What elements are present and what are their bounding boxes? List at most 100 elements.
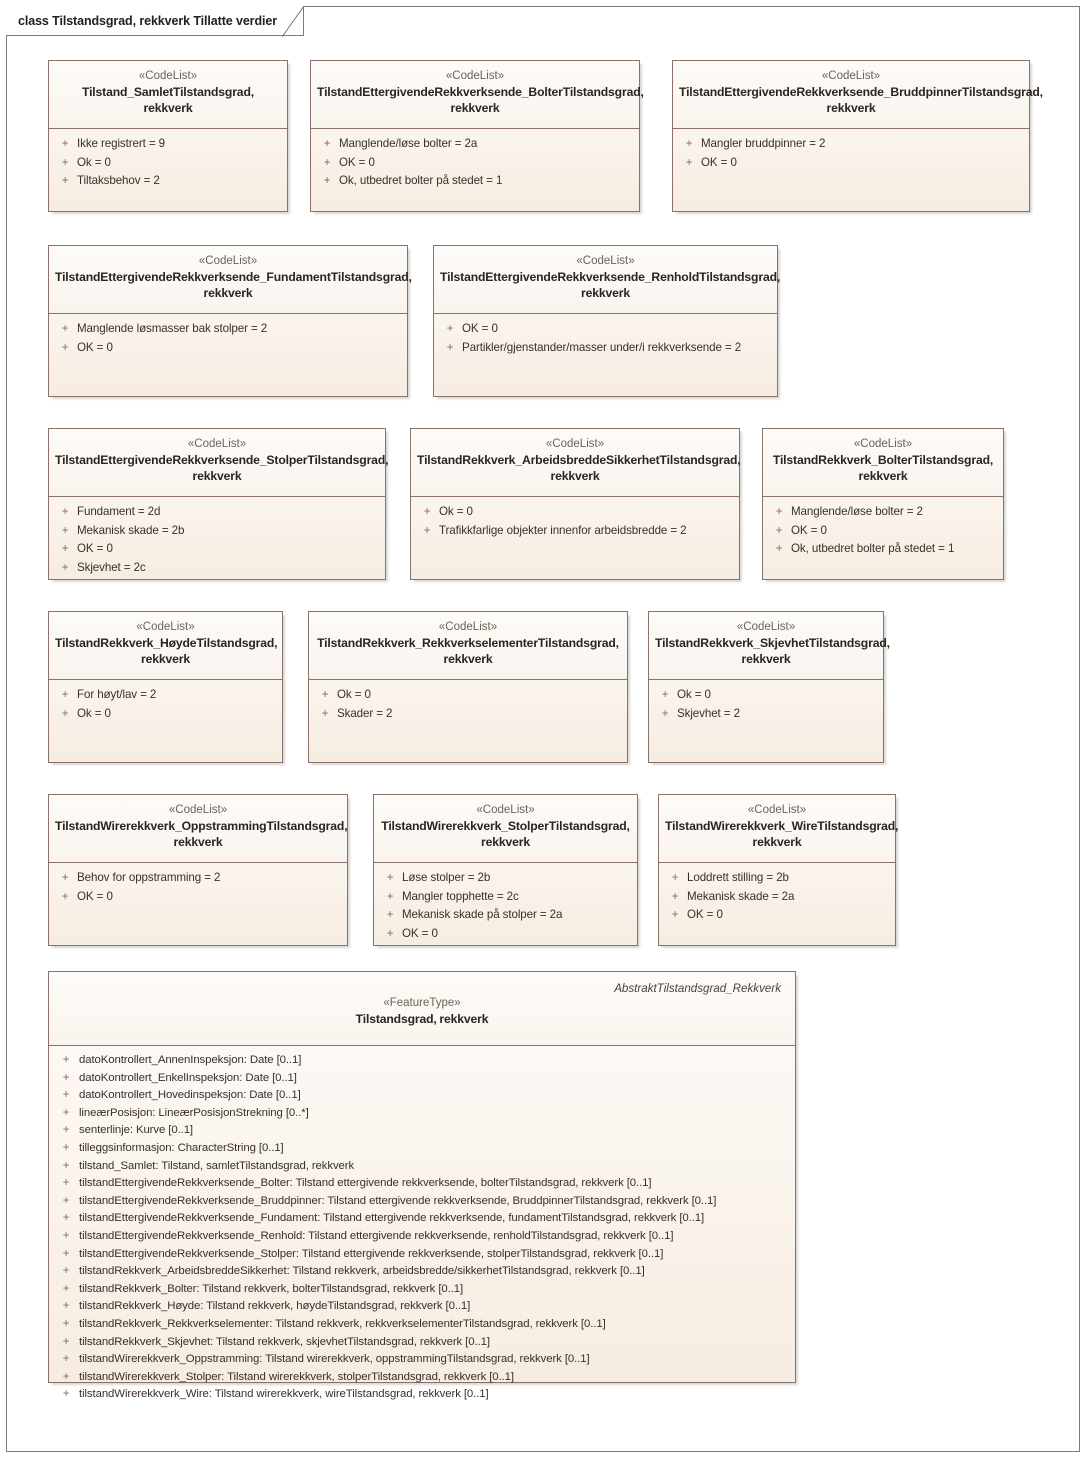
featuretype-attribute-row[interactable]: + tilleggsinformasjon: CharacterString [0… [53,1140,791,1158]
visibility-marker: + [671,872,679,884]
class-attribute-row[interactable]: + OK = 0 [378,925,633,944]
attribute-label: Ok = 0 [337,688,371,701]
class-header: «CodeList» TilstandRekkverk_Rekkverkselem… [309,612,627,680]
attribute-label: senterlinje: Kurve [0..1] [79,1124,193,1137]
class-attribute-row[interactable]: + Manglende/løse bolter = 2 [767,503,999,522]
class-attribute-row[interactable]: + Ok = 0 [53,154,283,173]
class-name-line2: rekkverk [173,835,223,849]
class-attribute-row[interactable]: + Mekanisk skade = 2a [663,888,891,907]
class-attribute-row[interactable]: + Ok = 0 [415,503,735,522]
featuretype-attribute-row[interactable]: + tilstandWirerekkverk_Wire: Tilstand wir… [53,1386,791,1404]
class-attribute-row[interactable]: + Ok = 0 [313,686,623,705]
attribute-label: Tiltaksbehov = 2 [77,174,160,187]
class-attribute-row[interactable]: + Loddrett stilling = 2b [663,869,891,888]
featuretype-attribute-row[interactable]: + tilstandEttergivendeRekkverksende_Renho… [53,1228,791,1246]
class-attribute-row[interactable]: + Mangler bruddpinner = 2 [677,135,1025,154]
class-attribute-row[interactable]: + Ikke registrert = 9 [53,135,283,154]
visibility-marker: + [61,561,69,574]
class-attribute-row[interactable]: + Skjevhet = 2 [653,705,879,724]
class-attribute-row[interactable]: + Tiltaksbehov = 2 [53,172,283,191]
codelist-class-box[interactable]: «CodeList» TilstandRekkverk_HøydeTilstand… [48,611,283,763]
attribute-label: Mekanisk skade på stolper = 2a [402,908,563,921]
codelist-class-box[interactable]: «CodeList» TilstandRekkverk_BolterTilstan… [762,428,1004,580]
class-attribute-row[interactable]: + Ok, utbedret bolter på stedet = 1 [315,172,635,191]
featuretype-attribute-row[interactable]: + datoKontrollert_EnkelInspeksjon: Date [… [53,1070,791,1088]
codelist-class-box[interactable]: «CodeList» TilstandEttergivendeRekkverkse… [48,428,389,580]
class-attribute-row[interactable]: + For høyt/lav = 2 [53,686,278,705]
featuretype-attribute-row[interactable]: + tilstandRekkverk_Rekkverkselementer: Ti… [53,1316,791,1334]
featuretype-attribute-row[interactable]: + tilstandEttergivendeRekkverksende_Bolte… [53,1175,791,1193]
featuretype-attribute-row[interactable]: + tilstandRekkverk_Bolter: Tilstand rekkv… [53,1281,791,1299]
codelist-class-box[interactable]: «CodeList» TilstandEttergivendeRekkverkse… [310,60,644,212]
attribute-label: Fundament = 2d [77,505,161,518]
codelist-class-box[interactable]: «CodeList» TilstandRekkverk_Arbeidsbredde… [410,428,741,580]
class-attribute-row[interactable]: + OK = 0 [663,906,891,925]
class-attribute-row[interactable]: + OK = 0 [53,888,343,907]
class-attribute-row[interactable]: + Løse stolper = 2b [378,869,633,888]
codelist-class-box[interactable]: «CodeList» TilstandEttergivendeRekkverkse… [48,245,412,397]
class-attribute-row[interactable]: + OK = 0 [53,339,403,358]
class-attribute-row[interactable]: + OK = 0 [53,540,381,559]
featuretype-attribute-row[interactable]: + datoKontrollert_AnnenInspeksjon: Date [… [53,1052,791,1070]
class-name-line2: rekkverk [550,469,600,483]
class-attribute-list: + Mangler bruddpinner = 2 + OK = 0 [673,129,1029,178]
visibility-marker: + [62,1106,70,1119]
class-attribute-row[interactable]: + Ok = 0 [653,686,879,705]
attribute-label: Behov for oppstramming = 2 [77,871,221,884]
class-attribute-row[interactable]: + OK = 0 [767,522,999,541]
class-stereotype: «CodeList» [438,621,498,633]
featuretype-attribute-row[interactable]: + tilstand_Samlet: Tilstand, samletTilsta… [53,1158,791,1176]
featuretype-attribute-row[interactable]: + datoKontrollert_Hovedinspeksjon: Date [… [53,1087,791,1105]
class-attribute-row[interactable]: + Trafikkfarlige objekter innenfor arbeid… [415,522,735,541]
class-header: «CodeList» TilstandRekkverk_HøydeTilstand… [49,612,282,680]
codelist-class-box[interactable]: «CodeList» Tilstand_SamletTilstandsgrad, r… [48,60,288,212]
class-attribute-row[interactable]: + Fundament = 2d [53,503,381,522]
class-attribute-row[interactable]: + Behov for oppstramming = 2 [53,869,343,888]
codelist-class-box[interactable]: «CodeList» TilstandWirerekkverk_StolperTi… [373,794,638,946]
featuretype-attribute-row[interactable]: + tilstandEttergivendeRekkverksende_Stolp… [53,1246,791,1264]
featuretype-attribute-row[interactable]: + tilstandRekkverk_Skjevhet: Tilstand rek… [53,1334,791,1352]
attribute-label: tilstandEttergivendeRekkverksende_Bruddp… [79,1194,717,1207]
featuretype-class-box[interactable]: AbstraktTilstandsgrad_Rekkverk «FeatureTy… [48,971,796,1400]
class-attribute-row[interactable]: + Mangler topphette = 2c [378,888,633,907]
visibility-marker: + [321,689,329,701]
class-attribute-row[interactable]: + Mekanisk skade på stolper = 2a [378,906,633,925]
featuretype-attribute-row[interactable]: + lineærPosisjon: LineærPosisjonStrekning… [53,1105,791,1123]
featuretype-attribute-row[interactable]: + tilstandWirerekkverk_Stolper: Tilstand … [53,1369,791,1387]
visibility-marker: + [61,707,69,720]
class-name-line2: rekkverk [481,835,530,849]
featuretype-attribute-row[interactable]: + tilstandEttergivendeRekkverksende_Funda… [53,1210,791,1228]
class-name-line2: rekkverk [443,652,493,666]
visibility-marker: + [671,890,679,903]
visibility-marker: + [62,1159,70,1172]
class-attribute-row[interactable]: + Partikler/gjenstander/masser under/i re… [438,339,773,358]
codelist-class-box[interactable]: «CodeList» TilstandRekkverk_Rekkverkselem… [308,611,628,763]
attribute-label: tilleggsinformasjon: CharacterString [0.… [79,1141,284,1154]
class-attribute-row[interactable]: + Ok, utbedret bolter på stedet = 1 [767,540,999,559]
attribute-label: tilstandRekkverk_Rekkverkselementer: Til… [79,1317,606,1330]
class-attribute-row[interactable]: + OK = 0 [677,154,1025,173]
codelist-class-box[interactable]: «CodeList» TilstandWirerekkverk_WireTilst… [658,794,898,946]
class-name-line2: rekkverk [581,286,630,300]
featuretype-attribute-row[interactable]: + tilstandRekkverk_ArbeidsbreddeSikkerhet… [53,1263,791,1281]
class-attribute-row[interactable]: + Mekanisk skade = 2b [53,522,381,541]
attribute-label: tilstandEttergivendeRekkverksende_Renhol… [79,1229,674,1242]
codelist-class-box[interactable]: «CodeList» TilstandEttergivendeRekkverkse… [672,60,1043,212]
class-attribute-row[interactable]: + Skjevhet = 2c [53,559,381,578]
attribute-label: Mekanisk skade = 2b [77,523,185,537]
visibility-marker: + [386,890,394,903]
featuretype-attribute-row[interactable]: + tilstandEttergivendeRekkverksende_Brudd… [53,1193,791,1211]
featuretype-attribute-row[interactable]: + tilstandRekkverk_Høyde: Tilstand rekkve… [53,1298,791,1316]
class-attribute-row[interactable]: + Manglende/løse bolter = 2a [315,135,635,154]
codelist-class-box[interactable]: «CodeList» TilstandRekkverk_SkjevhetTilst… [648,611,890,763]
codelist-class-box[interactable]: «CodeList» TilstandWirerekkverk_Oppstramm… [48,794,348,946]
class-attribute-row[interactable]: + Ok = 0 [53,705,278,724]
class-attribute-row[interactable]: + OK = 0 [315,154,635,173]
featuretype-attribute-row[interactable]: + tilstandWirerekkverk_Oppstramming: Tils… [53,1351,791,1369]
class-attribute-row[interactable]: + Skader = 2 [313,705,623,724]
codelist-class-box[interactable]: «CodeList» TilstandEttergivendeRekkverkse… [433,245,780,397]
class-attribute-row[interactable]: + OK = 0 [438,320,773,339]
visibility-marker: + [62,1265,70,1278]
class-attribute-row[interactable]: + Manglende løsmasser bak stolper = 2 [53,320,403,339]
featuretype-attribute-row[interactable]: + senterlinje: Kurve [0..1] [53,1122,791,1140]
